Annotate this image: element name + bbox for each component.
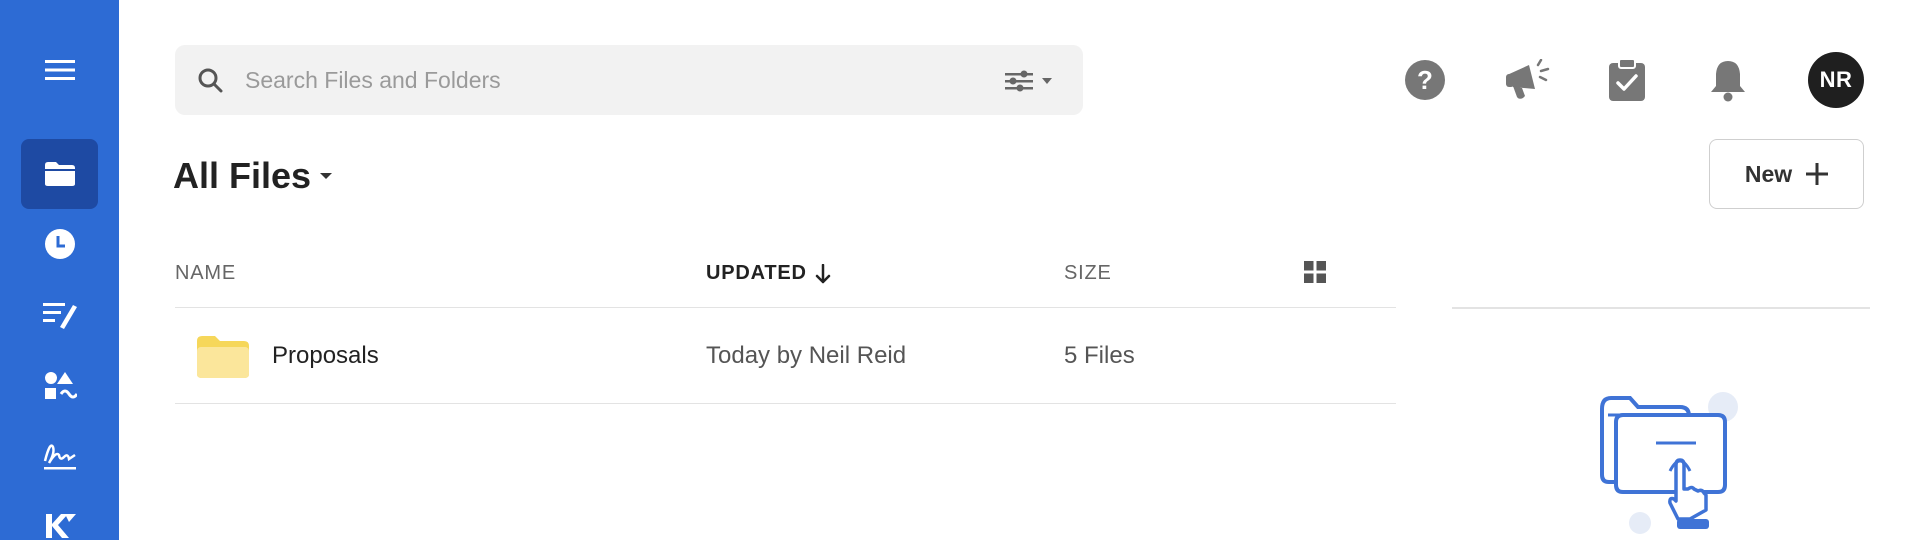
search-input[interactable] (245, 45, 945, 115)
chevron-down-icon (1042, 78, 1052, 84)
table-row[interactable]: Proposals Today by Neil Reid 5 Files (175, 308, 1396, 404)
search-icon (198, 68, 223, 93)
new-button-label: New (1744, 160, 1793, 187)
search-bar (175, 45, 1083, 115)
new-button[interactable]: New (1709, 139, 1864, 209)
folder-icon (197, 336, 249, 378)
nav-item-signature[interactable] (21, 420, 98, 490)
shapes-icon (44, 372, 77, 399)
table-header: NAME UPDATED SIZE (175, 250, 1396, 308)
column-header-size-label: SIZE (1064, 262, 1112, 284)
notifications-button[interactable] (1700, 52, 1756, 108)
arrow-down-icon (815, 263, 831, 283)
announcement-icon (1506, 59, 1550, 99)
row-updated: Today by Neil Reid (706, 342, 907, 369)
search-filter-button[interactable] (1005, 68, 1065, 94)
help-icon: ? (1405, 60, 1445, 100)
brand-logo-icon (45, 514, 76, 538)
nav-item-files[interactable] (21, 139, 98, 209)
page-title: All Files (173, 155, 312, 196)
column-header-name[interactable]: NAME (175, 262, 236, 285)
folder-icon (44, 162, 75, 186)
bell-icon (1711, 61, 1745, 102)
row-name: Proposals (272, 342, 379, 369)
filter-sliders-icon (1005, 70, 1033, 92)
side-nav (0, 0, 119, 540)
folder-tap-illustration-icon (1600, 392, 1738, 534)
signature-icon (43, 444, 76, 470)
grid-view-icon (1304, 261, 1326, 283)
chevron-down-icon (320, 173, 333, 179)
column-header-name-label: NAME (175, 262, 236, 284)
folder-title-dropdown[interactable]: All Files (173, 155, 333, 197)
details-panel-divider (1452, 307, 1870, 309)
column-header-updated-label: UPDATED (706, 262, 807, 284)
grid-view-toggle[interactable] (1304, 261, 1326, 288)
tasks-clipboard-icon (1609, 58, 1645, 101)
column-header-size[interactable]: SIZE (1064, 262, 1112, 285)
announcements-button[interactable] (1499, 52, 1555, 108)
nav-item-recent[interactable] (21, 209, 98, 279)
plus-icon (1806, 163, 1829, 185)
help-button[interactable]: ? (1397, 52, 1453, 108)
svg-text:?: ? (1417, 65, 1433, 95)
nav-item-apps[interactable] (21, 350, 98, 420)
row-size: 5 Files (1064, 342, 1135, 369)
clock-icon (44, 229, 75, 259)
hamburger-icon (44, 60, 75, 80)
menu-button[interactable] (21, 35, 98, 105)
tasks-button[interactable] (1599, 52, 1655, 108)
nav-item-brand[interactable] (21, 490, 98, 540)
user-avatar[interactable]: NR (1808, 52, 1864, 108)
column-header-updated[interactable]: UPDATED (706, 262, 831, 285)
edit-list-icon (42, 303, 77, 329)
nav-item-edit[interactable] (21, 279, 98, 349)
